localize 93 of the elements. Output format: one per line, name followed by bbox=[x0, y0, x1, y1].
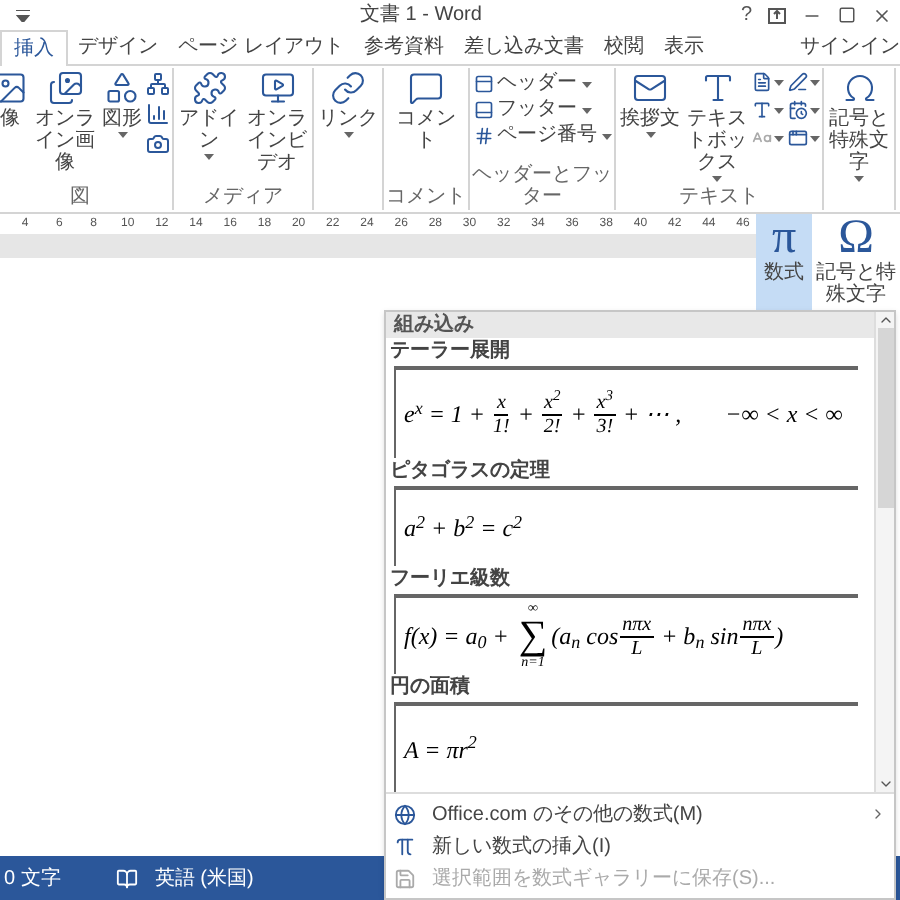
link-icon bbox=[330, 70, 366, 106]
header-icon bbox=[473, 74, 493, 94]
pi-icon bbox=[394, 835, 416, 857]
network-icon[interactable] bbox=[146, 72, 170, 96]
equation-text: A = πr$^{2}$ bbox=[404, 731, 477, 767]
ribbon-button[interactable]: フッター bbox=[473, 98, 611, 122]
help-button[interactable]: ? bbox=[740, 5, 752, 25]
window-icon[interactable] bbox=[788, 128, 808, 148]
scroll-up-icon[interactable] bbox=[877, 312, 893, 328]
ribbon-button[interactable]: 図形 bbox=[100, 68, 144, 138]
caret-icon bbox=[810, 79, 820, 85]
ribbon-tab[interactable]: 差し込み文書 bbox=[453, 30, 594, 64]
equation-text: −∞ < x < ∞ bbox=[725, 398, 843, 432]
ribbon-tab[interactable]: 表示 bbox=[653, 30, 714, 64]
images-icon bbox=[47, 70, 83, 106]
equation-text: + ⋯ , bbox=[621, 398, 682, 432]
calendar-icon[interactable] bbox=[788, 100, 808, 120]
equation-text: f(x) = a$_{0}$ + bbox=[404, 620, 511, 654]
customize-toolbar-icon[interactable] bbox=[16, 9, 30, 21]
equation-title: フーリエ級数 bbox=[390, 566, 512, 594]
group-label: ヘッダーとフッター bbox=[472, 164, 612, 210]
ribbon-button[interactable]: コメント bbox=[393, 68, 459, 152]
menu-item[interactable]: 新しい数式の挿入(I) bbox=[386, 830, 894, 862]
equation-text: + bbox=[568, 398, 589, 432]
group-label: 図 bbox=[70, 186, 90, 210]
fraction: nπx L bbox=[740, 613, 774, 659]
ribbon-display-icon[interactable] bbox=[768, 7, 786, 23]
ribbon-tab[interactable]: 挿入 bbox=[0, 30, 68, 66]
fraction: x 1! bbox=[493, 391, 510, 437]
letter-a-icon[interactable] bbox=[752, 100, 772, 120]
save-icon bbox=[394, 867, 416, 889]
ribbon-button[interactable]: 挨拶文 bbox=[618, 68, 682, 138]
scroll-down-icon[interactable] bbox=[877, 776, 893, 792]
equation-menu-button[interactable]: π 数式 bbox=[756, 214, 812, 310]
shapes-icon bbox=[104, 70, 140, 106]
hash-icon bbox=[473, 126, 493, 146]
ribbon-tab[interactable]: 参考資料 bbox=[353, 30, 454, 64]
signature-icon[interactable] bbox=[788, 72, 808, 92]
gallery-heading: 組み込み bbox=[386, 312, 874, 338]
equation-text: e$^{x}$ = 1 + bbox=[404, 396, 488, 432]
mail-icon bbox=[632, 70, 668, 106]
language-status[interactable]: 英語 (米国) bbox=[154, 863, 254, 893]
equation-title: ピタゴラスの定理 bbox=[390, 458, 552, 486]
equation-preview[interactable]: a$^{2}$ + b$^{2}$ = c$^{2}$ bbox=[394, 486, 858, 566]
equation-text: + b$_{n}$ sin bbox=[659, 620, 739, 654]
chart-icon[interactable] bbox=[146, 102, 170, 126]
equation-text: ) bbox=[775, 620, 784, 654]
ribbon-tab[interactable]: デザイン bbox=[68, 30, 168, 64]
ribbon-tab[interactable]: 校閲 bbox=[593, 30, 654, 64]
equation-text: (a$_{n}$ cos bbox=[551, 620, 619, 654]
ribbon-tab[interactable]: ページ レイアウト bbox=[168, 30, 354, 64]
maximize-icon[interactable] bbox=[838, 6, 856, 24]
omega-icon bbox=[841, 70, 877, 106]
caret-icon bbox=[810, 107, 820, 113]
document-icon[interactable] bbox=[752, 72, 772, 92]
scrollbar[interactable] bbox=[874, 312, 894, 792]
close-icon[interactable] bbox=[872, 5, 892, 25]
globe-icon bbox=[394, 803, 416, 825]
ribbon-button[interactable]: リンク bbox=[316, 68, 380, 138]
equation-title: 円の面積 bbox=[390, 674, 472, 702]
footer-icon bbox=[473, 100, 493, 120]
ribbon-button[interactable]: ページ番号 bbox=[473, 124, 611, 148]
equation-title: テーラー展開 bbox=[390, 338, 512, 366]
menu-item[interactable]: Office.com のその他の数式(M) bbox=[386, 798, 894, 830]
fraction: nπx L bbox=[620, 613, 654, 659]
book-icon[interactable] bbox=[116, 867, 139, 889]
ribbon-button[interactable]: オンラインビデオ bbox=[244, 68, 310, 174]
equation-text: a$^{2}$ + b$^{2}$ = c$^{2}$ bbox=[404, 510, 523, 546]
ribbon-button[interactable]: オンライン画像 bbox=[32, 68, 98, 174]
group-label: メディア bbox=[203, 186, 283, 210]
ribbon-button[interactable]: 像 bbox=[0, 68, 30, 130]
ribbon-button[interactable]: 記号と特殊文字 bbox=[826, 68, 892, 182]
image-icon bbox=[0, 70, 28, 106]
fraction: x$^{2}$ 2! bbox=[541, 391, 563, 437]
group-label: コメント bbox=[386, 186, 466, 210]
ribbon-button[interactable]: ヘッダー bbox=[473, 72, 611, 96]
text-box-icon bbox=[699, 70, 735, 106]
video-icon bbox=[259, 70, 295, 106]
comment-icon bbox=[408, 70, 444, 106]
equation-text: + bbox=[515, 398, 536, 432]
puzzle-icon bbox=[191, 70, 227, 106]
fraction: x$^{3}$ 3! bbox=[594, 391, 615, 437]
caret-icon bbox=[810, 135, 820, 141]
ribbon-button[interactable]: アドイン bbox=[176, 68, 242, 160]
caret-icon bbox=[774, 107, 784, 113]
window-title: 文書 1 - Word bbox=[360, 1, 482, 30]
sign-in-link[interactable]: サインイン bbox=[800, 30, 900, 64]
caret-icon bbox=[774, 79, 784, 85]
group-label: テキスト bbox=[679, 186, 759, 210]
ribbon-button[interactable]: テキストボックス bbox=[684, 68, 750, 182]
caret-icon bbox=[774, 135, 784, 141]
word-count[interactable]: 0 文字 bbox=[4, 863, 61, 893]
camera-icon[interactable] bbox=[146, 132, 170, 156]
